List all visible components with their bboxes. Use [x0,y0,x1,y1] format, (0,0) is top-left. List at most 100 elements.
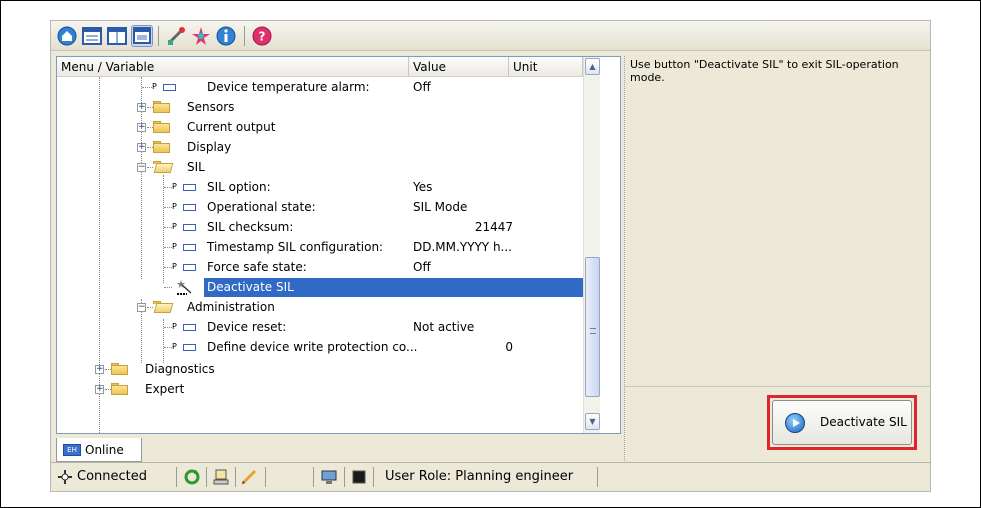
parameter-icon: P [152,81,178,93]
tree-row[interactable]: P SIL option: Yes [57,177,583,197]
expand-icon[interactable]: + [137,103,146,112]
tree-row-label: Diagnostics [145,362,215,376]
stop-icon[interactable] [351,469,367,485]
tree-row[interactable]: P Timestamp SIL configuration: DD.MM.YYY… [57,237,583,257]
tree-line [164,287,172,288]
collapse-icon[interactable]: − [137,163,146,172]
monitor-icon[interactable] [321,469,337,485]
column-header-unit[interactable]: Unit [509,57,583,77]
tab-online[interactable]: EH Online [56,438,142,462]
tree-row[interactable]: + Diagnostics [57,359,583,379]
tree-row-label: SIL checksum: [207,220,294,234]
parameter-icon: P [172,241,198,253]
view-list-icon[interactable] [81,25,103,47]
tree-line [164,267,172,268]
tree-row-value: Yes [413,180,433,194]
tree-row-label: Expert [145,382,185,396]
tools-icon[interactable] [165,25,187,47]
column-header-menu[interactable]: Menu / Variable [57,57,409,77]
status-separator [373,467,374,487]
tree-row[interactable]: P Force safe state: Off [57,257,583,277]
star-icon[interactable] [190,25,212,47]
info-icon[interactable] [215,25,237,47]
menu-tree: P Device temperature alarm: Off + Sensor… [57,77,583,433]
tree-row-label: SIL [187,160,205,174]
tree-row-label: Deactivate SIL [207,280,294,294]
home-icon[interactable] [56,25,78,47]
tree-row-value: Off [413,260,431,274]
parameter-icon: P [172,221,198,233]
toolbar-separator [158,26,159,46]
scroll-down-icon[interactable]: ▼ [585,413,600,430]
connection-icon [57,469,73,485]
deactivate-sil-label: Deactivate SIL [820,415,907,429]
collapse-icon[interactable]: − [137,303,146,312]
status-separator [235,467,236,487]
status-separator [344,467,345,487]
menu-tree-panel: Menu / Variable Value Unit P Device temp… [56,56,621,434]
parameter-icon: P [172,321,198,333]
tree-row[interactable]: P SIL checksum: 21447 [57,217,583,237]
tree-row[interactable]: + Sensors [57,97,583,117]
user-role: User Role: Planning engineer [385,469,574,484]
help-icon[interactable]: ? [251,25,273,47]
tree-row[interactable]: P Device reset: Not active [57,317,583,337]
column-header-value[interactable]: Value [409,57,509,77]
tree-row[interactable]: + Expert [57,379,583,399]
tree-row[interactable]: + Display [57,137,583,157]
expand-icon[interactable]: + [137,143,146,152]
grip-icon [590,328,596,334]
tree-row[interactable]: P Device temperature alarm: Off [57,77,583,97]
tree-row-label: Administration [187,300,275,314]
tree-row-selected[interactable]: Deactivate SIL [57,277,583,297]
folder-open-icon [153,301,174,313]
tree-row-value: Off [413,80,431,94]
application-window: ? Menu / Variable Value Unit P Device te… [50,20,931,492]
tree-row-label: Device reset: [207,320,287,334]
status-separator [265,467,266,487]
expand-icon[interactable]: + [95,385,104,394]
deactivate-sil-button[interactable]: Deactivate SIL [772,400,912,445]
view-split-icon[interactable] [106,25,128,47]
vertical-scrollbar[interactable]: ▲ ▼ [583,57,600,433]
status-separator [313,467,314,487]
expand-icon[interactable]: + [95,365,104,374]
panel-divider [625,386,931,387]
scroll-up-icon[interactable]: ▲ [585,58,600,75]
status-bar: Connected User Role: Planning engineer [51,462,930,491]
scroll-thumb[interactable] [585,257,600,397]
tree-line [164,327,172,328]
toolbar-separator [244,26,245,46]
tree-row-label: Operational state: [207,200,316,214]
tree-row-value: DD.MM.YYYY h... [413,240,512,254]
tree-row-label: SIL option: [207,180,271,194]
tree-row[interactable]: − SIL [57,157,583,177]
wand-icon [175,278,195,296]
tree-row-value: Not active [413,320,475,334]
tree-line [164,247,172,248]
expand-icon[interactable]: + [137,123,146,132]
tab-online-label: Online [85,443,124,457]
folder-open-icon [153,161,174,173]
online-icon: EH [63,444,81,456]
folder-icon [153,101,171,113]
play-icon [785,413,805,433]
svg-text:?: ? [259,30,266,44]
help-panel: Use button "Deactivate SIL" to exit SIL-… [624,56,931,461]
parameter-icon: P [172,261,198,273]
tree-row-value: 0 [505,340,513,354]
tree-row-label: Force safe state: [207,260,307,274]
tree-line [164,227,172,228]
device-icon[interactable] [213,469,229,485]
status-separator [597,467,598,487]
folder-icon [153,141,171,153]
tree-row[interactable]: P Define device write protection co... 0 [57,337,583,357]
tree-row[interactable]: P Operational state: SIL Mode [57,197,583,217]
help-text: Use button "Deactivate SIL" to exit SIL-… [630,58,899,84]
refresh-icon[interactable] [184,469,200,485]
tree-row[interactable]: − Administration [57,297,583,317]
tree-line [164,187,172,188]
view-detail-icon[interactable] [131,25,153,47]
pencil-icon[interactable] [241,469,257,485]
tree-row[interactable]: + Current output [57,117,583,137]
